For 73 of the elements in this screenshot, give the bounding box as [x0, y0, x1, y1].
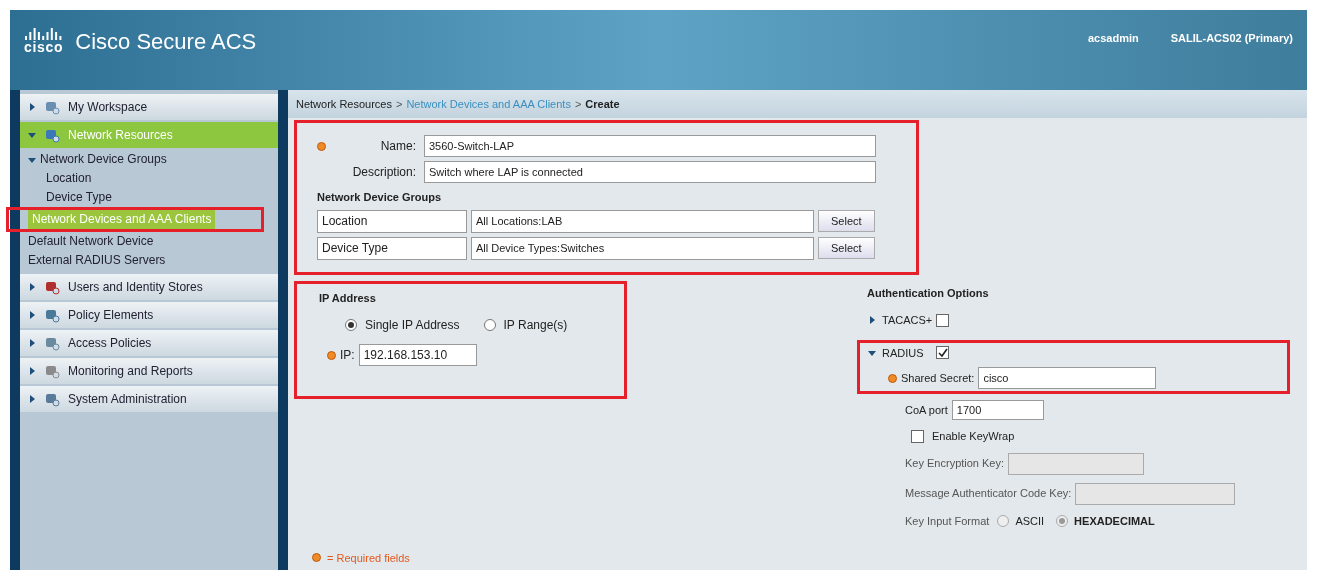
nav-item[interactable]: Location: [46, 169, 92, 188]
radio-button[interactable]: [483, 319, 496, 331]
drawer-label: Users and Identity Stores: [68, 279, 203, 296]
field-label: Key Encryption Key:: [905, 456, 1005, 472]
radio-label: ASCII: [1015, 513, 1045, 529]
expand-icon[interactable]: [28, 283, 36, 291]
collapse-icon[interactable]: [868, 348, 876, 357]
field-label: Name:: [379, 138, 417, 155]
select-button[interactable]: Select: [818, 237, 875, 259]
coa-port-field[interactable]: 1700: [951, 400, 1044, 420]
breadcrumb-separator: >: [574, 96, 582, 112]
nav-drawer[interactable]: System Administration: [20, 386, 278, 412]
shared-secret-field[interactable]: cisco: [978, 367, 1157, 389]
logo-bars-icon: [24, 28, 63, 40]
field-label: Message Authenticator Code Key:: [905, 486, 1072, 502]
drawer-label: Access Policies: [68, 335, 152, 352]
breadcrumb-item[interactable]: Network Resources: [296, 95, 392, 113]
field-label: Description:: [351, 164, 417, 181]
drawer-label: System Administration: [68, 391, 187, 408]
checkbox[interactable]: [936, 346, 949, 360]
field-label: Shared Secret:: [901, 370, 975, 386]
nav-drawer[interactable]: Access Policies: [20, 330, 278, 356]
protocol-label: RADIUS: [882, 345, 925, 361]
nav-drawer[interactable]: Policy Elements: [20, 302, 278, 328]
drawer-label: Monitoring and Reports: [68, 363, 193, 380]
expand-icon[interactable]: [28, 395, 36, 403]
checkbox[interactable]: [936, 313, 949, 327]
nav-drawer[interactable]: My Workspace: [20, 94, 278, 120]
expand-icon[interactable]: [28, 367, 36, 375]
field-label: CoA port: [905, 402, 948, 418]
app-title: Cisco Secure ACS: [75, 30, 257, 54]
nav-drawer[interactable]: Monitoring and Reports: [20, 358, 278, 384]
group-value-field: All Locations:LAB: [471, 209, 814, 233]
breadcrumb-current: Create: [585, 96, 620, 112]
collapse-icon[interactable]: [28, 131, 36, 139]
text-field[interactable]: 3560-Switch-LAP: [424, 135, 876, 157]
expand-icon[interactable]: [28, 339, 36, 347]
drawer-label: Network Resources: [68, 127, 173, 144]
group-name-field: Location: [317, 209, 467, 233]
field-label: Key Input Format: [905, 513, 990, 529]
text-field[interactable]: Switch where LAP is connected: [424, 161, 876, 183]
section-heading: Authentication Options: [867, 285, 990, 301]
server-name: SALIL-ACS02 (Primary): [1170, 31, 1293, 46]
nav-item[interactable]: External RADIUS Servers: [28, 251, 166, 270]
expand-icon[interactable]: [28, 103, 36, 111]
nav-item[interactable]: Device Type: [46, 188, 112, 207]
section-heading: Network Device Groups: [317, 190, 443, 205]
section-heading: IP Address: [319, 290, 377, 306]
checkbox[interactable]: [911, 429, 924, 443]
expand-icon[interactable]: [868, 316, 876, 325]
logo-text: cisco: [24, 40, 64, 54]
radio-label: Single IP Address: [365, 317, 460, 334]
drawer-label: My Workspace: [68, 99, 148, 116]
required-fields-note: = Required fields: [327, 550, 410, 566]
field-label: IP:: [340, 347, 355, 364]
group-name-field: Device Type: [317, 236, 467, 260]
nav-item[interactable]: Network Device Groups: [40, 150, 167, 169]
radio-label: HEXADECIMAL: [1074, 513, 1155, 529]
radio-label: IP Range(s): [503, 317, 568, 334]
checkbox-label: Enable KeyWrap: [932, 429, 1015, 444]
ip-field[interactable]: 192.168.153.10: [358, 344, 477, 366]
user-name: acsadmin: [1088, 31, 1139, 46]
drawer-label: Policy Elements: [68, 307, 154, 324]
expand-icon[interactable]: [28, 311, 36, 319]
radio-button[interactable]: [345, 319, 357, 331]
nav-item[interactable]: Default Network Device: [28, 232, 154, 251]
group-value-field: All Device Types:Switches: [471, 236, 814, 260]
select-button[interactable]: Select: [818, 210, 875, 232]
breadcrumb-separator: >: [396, 96, 403, 112]
nav-drawer[interactable]: Users and Identity Stores: [20, 274, 278, 300]
collapse-icon[interactable]: [28, 155, 36, 164]
required-icon: [312, 553, 321, 563]
protocol-label: TACACS+: [882, 313, 930, 328]
